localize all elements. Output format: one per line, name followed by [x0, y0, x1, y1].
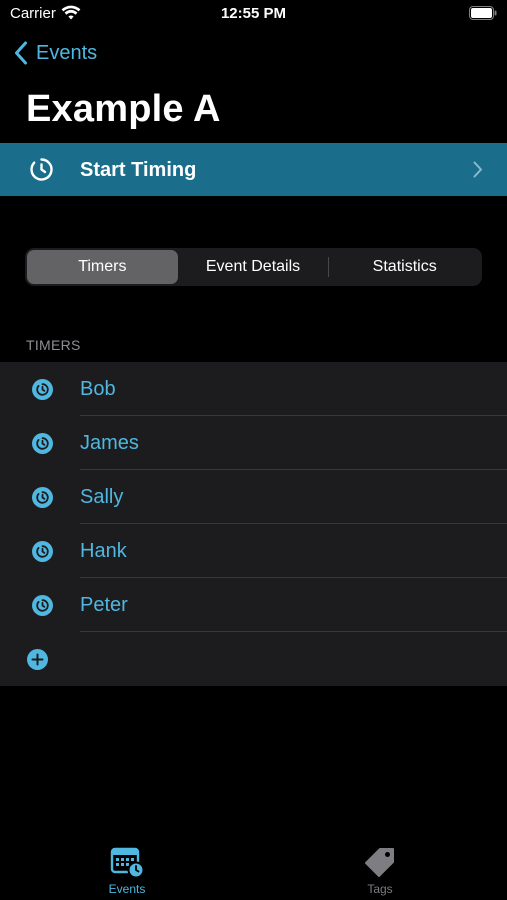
timer-circle-icon	[32, 487, 53, 508]
tab-events[interactable]: Events	[77, 846, 177, 896]
tab-tags-label: Tags	[367, 882, 393, 896]
segment-timers[interactable]: Timers	[27, 250, 178, 284]
timer-row-james[interactable]: James	[0, 416, 507, 470]
add-timer-button[interactable]	[0, 632, 507, 686]
timer-circle-icon	[32, 541, 53, 562]
timer-row-hank[interactable]: Hank	[0, 524, 507, 578]
battery-icon	[469, 6, 497, 20]
back-button-label: Events	[36, 41, 98, 64]
page-title: Example A	[26, 88, 221, 130]
timer-name: Bob	[80, 378, 116, 400]
segment-statistics[interactable]: Statistics	[329, 250, 480, 284]
timer-name: James	[80, 432, 139, 454]
tab-events-label: Events	[108, 882, 146, 896]
timer-row-sally[interactable]: Sally	[0, 470, 507, 524]
timer-icon	[30, 158, 53, 181]
timers-section-header: TIMERS	[26, 337, 81, 353]
status-bar: Carrier 12:55 PM	[0, 0, 507, 30]
screen: Carrier 12:55 PM Events Example A Start …	[0, 0, 507, 900]
tab-bar: Events Tags	[0, 840, 507, 900]
segment-timers-label: Timers	[78, 258, 127, 275]
tab-tags[interactable]: Tags	[330, 846, 430, 896]
tag-icon	[365, 848, 394, 877]
start-timing-button[interactable]: Start Timing	[0, 143, 507, 196]
timer-row-bob[interactable]: Bob	[0, 362, 507, 416]
segment-event-details[interactable]: Event Details	[178, 250, 329, 284]
plus-circle-icon	[27, 649, 48, 670]
timer-row-peter[interactable]: Peter	[0, 578, 507, 632]
chevron-left-icon	[15, 41, 27, 65]
back-button[interactable]: Events	[14, 38, 97, 68]
timer-circle-icon	[32, 595, 53, 616]
segment-statistics-label: Statistics	[372, 258, 437, 275]
clock: 12:55 PM	[220, 5, 287, 22]
timer-name: Peter	[80, 594, 128, 616]
segment-event-details-label: Event Details	[205, 258, 301, 275]
start-timing-label: Start Timing	[80, 159, 197, 181]
chevron-right-icon	[473, 161, 482, 178]
timer-name: Hank	[80, 540, 127, 562]
timers-list: Bob James Sally Hank Peter	[0, 362, 507, 686]
timer-name: Sally	[80, 486, 124, 508]
timer-circle-icon	[32, 433, 53, 454]
calendar-clock-icon	[110, 847, 145, 878]
timer-circle-icon	[32, 379, 53, 400]
segmented-control: Timers Event Details Statistics	[25, 248, 482, 286]
